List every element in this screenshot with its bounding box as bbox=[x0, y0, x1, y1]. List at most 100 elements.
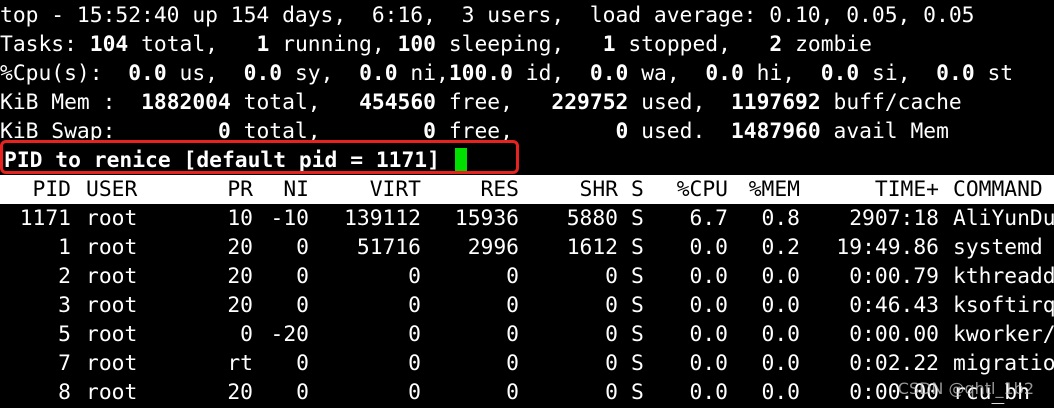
cell-pid: 8 bbox=[58, 380, 71, 405]
table-row[interactable]: 1171 root 10 -10 139112 15936 5880 S 6.7 0.8 2907:… bbox=[0, 204, 1054, 233]
table-row[interactable]: 1 root 20 0 51716 2996 1612 S 0.0 0.2 19:49.86 syst… bbox=[0, 233, 1054, 262]
header-virt: VIRT bbox=[369, 177, 421, 202]
cpu-si-label: si, bbox=[872, 61, 911, 86]
cell-command: ksoftirqd/0 bbox=[953, 293, 1054, 318]
cell-ni: 0 bbox=[296, 235, 309, 260]
cell-cpu: 0.0 bbox=[689, 380, 728, 405]
swap-avail: 1487960 bbox=[730, 119, 821, 144]
cell-ni: 0 bbox=[296, 293, 309, 318]
watermark: CSDN @qhtl_1b2 bbox=[897, 379, 1034, 398]
cell-pid: 7 bbox=[58, 351, 71, 376]
cell-time: 0:00.79 bbox=[849, 264, 939, 289]
cell-pid: 3 bbox=[58, 293, 71, 318]
header-ni: NI bbox=[283, 177, 309, 202]
swap-used-label: used. bbox=[641, 119, 706, 144]
cell-state: S bbox=[631, 293, 644, 318]
cell-res: 0 bbox=[506, 264, 519, 289]
cell-cpu: 0.0 bbox=[689, 322, 728, 347]
table-row[interactable]: 5root0-20000S0.00.00:00.00kworker/0:0H bbox=[0, 320, 1054, 349]
tasks-sleeping: 100 bbox=[397, 32, 436, 57]
swap-avail-label: avail Mem bbox=[833, 119, 949, 144]
cell-user: root bbox=[86, 322, 138, 347]
header-time: TIME+ bbox=[874, 177, 939, 202]
cell-command: AliYunDun bbox=[953, 206, 1054, 231]
cpu-sy-label: sy, bbox=[294, 61, 334, 86]
cell-mem: 0.8 bbox=[761, 206, 800, 231]
cpu-ni: 0.0 bbox=[359, 61, 398, 86]
header-cpu: %CPU bbox=[676, 177, 728, 202]
cell-state: S bbox=[631, 264, 644, 289]
mem-buff-label: buff/cache bbox=[833, 90, 962, 115]
cpu-st-label: st bbox=[987, 61, 1014, 86]
tasks-zombie-label: zombie bbox=[795, 32, 872, 57]
cpu-hi: 0.0 bbox=[705, 61, 744, 86]
header-pr: PR bbox=[227, 177, 253, 202]
cell-virt: 0 bbox=[408, 264, 421, 289]
table-row[interactable]: 7rootrt0000S0.00.00:02.22migration/0 bbox=[0, 349, 1054, 378]
cell-state: S bbox=[631, 235, 644, 260]
cell-shr: 5880 bbox=[566, 206, 618, 231]
cell-time: 0:00.00 bbox=[849, 322, 939, 347]
header-pid: PID bbox=[32, 177, 71, 202]
cell-command: systemd bbox=[953, 235, 1043, 260]
tasks-running: 1 bbox=[256, 32, 270, 57]
cell-pr: 20 bbox=[227, 235, 253, 260]
cell-pr: rt bbox=[227, 351, 253, 376]
cell-virt: 0 bbox=[408, 322, 421, 347]
cell-ni: 0 bbox=[296, 264, 309, 289]
cell-time: 0:46.43 bbox=[849, 293, 939, 318]
table-row[interactable]: 8 root 20 0 0 0 0 S 0.0 0.0 0:00.00 rcu_bh bbox=[0, 378, 1054, 407]
swap-total-label: total, bbox=[243, 119, 321, 144]
cell-ni: 0 bbox=[296, 380, 309, 405]
terminal-window[interactable]: top - 15:52:40 up 154 days, 6:16, 3 user… bbox=[0, 0, 1054, 408]
mem-total-label: total, bbox=[243, 90, 321, 115]
cpu-hi-label: hi, bbox=[756, 61, 796, 86]
cell-res: 0 bbox=[506, 380, 519, 405]
cell-shr: 1612 bbox=[566, 235, 618, 260]
cell-user: root bbox=[86, 351, 138, 376]
swap-used: 0 bbox=[615, 119, 629, 144]
mem-line: KiB Mem : 1882004 total, 454560 free, 22… bbox=[0, 88, 962, 117]
renice-prompt-text: PID to renice [default pid = 1171] bbox=[4, 148, 440, 173]
cell-virt: 0 bbox=[408, 380, 421, 405]
cell-res: 0 bbox=[506, 322, 519, 347]
tasks-zombie: 2 bbox=[769, 32, 783, 57]
cell-user: root bbox=[86, 293, 138, 318]
renice-prompt[interactable]: PID to renice [default pid = 1171] bbox=[4, 146, 467, 175]
cell-res: 0 bbox=[506, 351, 519, 376]
cell-virt: 51716 bbox=[356, 235, 421, 260]
cpu-wa-label: wa, bbox=[641, 61, 680, 86]
tasks-label: Tasks: bbox=[0, 32, 77, 57]
cpu-us: 0.0 bbox=[128, 61, 167, 86]
cell-shr: 0 bbox=[605, 293, 618, 318]
header-shr: SHR bbox=[579, 177, 618, 202]
cell-mem: 0.0 bbox=[761, 380, 800, 405]
cell-virt: 139112 bbox=[344, 206, 421, 231]
cell-pid: 1171 bbox=[19, 206, 71, 231]
cell-pr: 0 bbox=[240, 322, 253, 347]
table-row[interactable]: 2 root 20 0 0 0 0 S 0.0 0.0 0:00.79 kthreadd bbox=[0, 262, 1054, 291]
cpu-label: %Cpu(s): bbox=[0, 61, 103, 86]
cell-state: S bbox=[631, 322, 644, 347]
cell-pr: 20 bbox=[227, 293, 253, 318]
mem-free-label: free, bbox=[448, 90, 513, 115]
cell-cpu: 6.7 bbox=[689, 206, 728, 231]
cell-user: root bbox=[86, 206, 138, 231]
cell-user: root bbox=[86, 380, 138, 405]
header-state: S bbox=[631, 177, 644, 202]
cell-mem: 0.2 bbox=[761, 235, 800, 260]
cell-virt: 0 bbox=[408, 351, 421, 376]
swap-free: 0 bbox=[423, 119, 436, 144]
cell-state: S bbox=[631, 351, 644, 376]
cell-shr: 0 bbox=[605, 322, 618, 347]
cpu-si: 0.0 bbox=[820, 61, 860, 86]
cell-state: S bbox=[631, 206, 644, 231]
text-cursor bbox=[454, 148, 467, 171]
uptime-line: top - 15:52:40 up 154 days, 6:16, 3 user… bbox=[0, 3, 975, 28]
cell-virt: 0 bbox=[408, 293, 421, 318]
tasks-stopped-label: stopped, bbox=[628, 32, 731, 57]
cell-pid: 1 bbox=[58, 235, 71, 260]
table-row[interactable]: 3root200000S0.00.00:46.43ksoftirqd/0 bbox=[0, 291, 1054, 320]
header-res: RES bbox=[480, 177, 519, 202]
cell-cpu: 0.0 bbox=[689, 351, 728, 376]
